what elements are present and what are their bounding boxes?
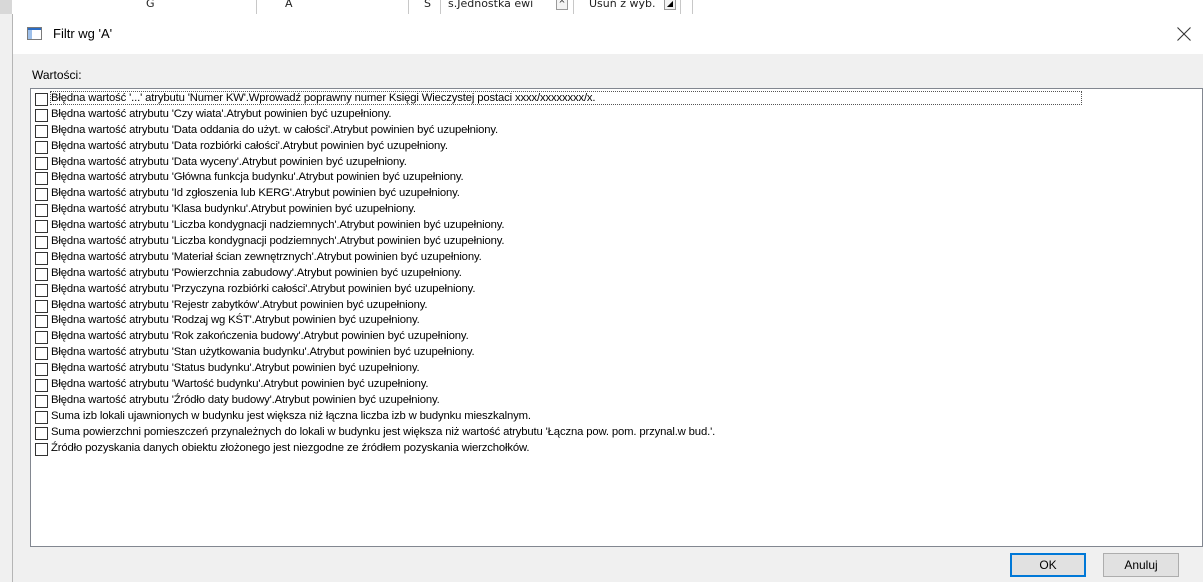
item-checkbox[interactable]	[35, 379, 48, 393]
item-checkbox[interactable]	[35, 347, 48, 361]
item-checkbox[interactable]	[35, 124, 48, 138]
item-checkbox[interactable]	[35, 236, 48, 250]
item-checkbox[interactable]	[35, 442, 48, 456]
bg-separator	[573, 0, 574, 14]
item-checkbox[interactable]	[35, 410, 48, 424]
cancel-button[interactable]: Anuluj	[1103, 553, 1179, 577]
item-checkbox[interactable]	[35, 394, 48, 408]
background-shade	[0, 0, 12, 14]
list-item[interactable]: Błędna wartość atrybutu 'Powierzchnia za…	[33, 266, 1200, 282]
item-label: Błędna wartość atrybutu 'Przyczyna rozbi…	[51, 282, 476, 295]
values-checklist[interactable]: Błędna wartość '...' atrybutu 'Numer KW'…	[30, 88, 1203, 547]
item-label: Błędna wartość atrybutu 'Liczba kondygna…	[51, 235, 505, 248]
list-item[interactable]: Błędna wartość '...' atrybutu 'Numer KW'…	[33, 91, 1200, 107]
item-label: Błędna wartość atrybutu 'Rejestr zabytkó…	[51, 298, 428, 311]
list-item[interactable]: Błędna wartość atrybutu 'Rejestr zabytkó…	[33, 298, 1200, 314]
item-label: Suma powierzchni pomieszczeń przynależny…	[51, 425, 716, 438]
item-checkbox[interactable]	[35, 140, 48, 154]
list-item[interactable]: Suma powierzchni pomieszczeń przynależny…	[33, 425, 1200, 441]
item-label: Błędna wartość atrybutu 'Czy wiata'.Atry…	[51, 107, 392, 120]
item-checkbox[interactable]	[35, 426, 48, 440]
item-checkbox[interactable]	[35, 188, 48, 202]
item-checkbox[interactable]	[35, 331, 48, 345]
list-item[interactable]: Błędna wartość atrybutu 'Status budynku'…	[33, 361, 1200, 377]
bg-column-jednostka: s.Jednostka ewi	[448, 0, 534, 10]
bg-separator	[692, 0, 693, 14]
list-item[interactable]: Błędna wartość atrybutu 'Materiał ścian …	[33, 250, 1200, 266]
list-item[interactable]: Błędna wartość atrybutu 'Czy wiata'.Atry…	[33, 107, 1200, 123]
item-label: Źródło pozyskania danych obiektu złożone…	[51, 441, 530, 454]
item-label: Błędna wartość atrybutu 'Stan użytkowani…	[51, 346, 475, 359]
list-item[interactable]: Błędna wartość atrybutu 'Rodzaj wg KŚT'.…	[33, 313, 1200, 329]
list-item[interactable]: Błędna wartość atrybutu 'Wartość budynku…	[33, 377, 1200, 393]
item-label: Błędna wartość atrybutu 'Główna funkcja …	[51, 171, 464, 184]
list-item[interactable]: Błędna wartość atrybutu 'Data rozbiórki …	[33, 139, 1200, 155]
list-item[interactable]: Błędna wartość atrybutu 'Rok zakończenia…	[33, 329, 1200, 345]
item-label: Błędna wartość atrybutu 'Wartość budynku…	[51, 378, 429, 391]
close-icon	[1177, 27, 1191, 41]
list-item[interactable]: Błędna wartość atrybutu 'Data oddania do…	[33, 123, 1200, 139]
dialog-titlebar[interactable]: Filtr wg 'A'	[13, 14, 1203, 54]
item-label: Błędna wartość atrybutu 'Data oddania do…	[51, 123, 498, 136]
item-label: Błędna wartość atrybutu 'Data rozbiórki …	[51, 139, 448, 152]
bg-separator	[408, 0, 409, 14]
item-checkbox[interactable]	[35, 315, 48, 329]
bg-separator	[256, 0, 257, 14]
item-label: Błędna wartość atrybutu 'Powierzchnia za…	[51, 266, 462, 279]
ok-button[interactable]: OK	[1010, 553, 1086, 577]
list-item[interactable]: Błędna wartość atrybutu 'Stan użytkowani…	[33, 345, 1200, 361]
bg-column-s: S	[424, 0, 431, 10]
close-button[interactable]	[1164, 14, 1203, 54]
item-label: Błędna wartość atrybutu 'Materiał ścian …	[51, 250, 482, 263]
item-label: Suma izb lokali ujawnionych w budynku je…	[51, 409, 531, 422]
list-item[interactable]: Błędna wartość atrybutu 'Przyczyna rozbi…	[33, 282, 1200, 298]
bg-separator	[680, 0, 681, 14]
item-label: Błędna wartość atrybutu 'Rodzaj wg KŚT'.…	[51, 314, 420, 327]
values-list: Błędna wartość '...' atrybutu 'Numer KW'…	[33, 91, 1200, 456]
item-checkbox[interactable]	[35, 172, 48, 186]
window-icon	[27, 27, 42, 40]
list-item[interactable]: Błędna wartość atrybutu 'Data wyceny'.At…	[33, 155, 1200, 171]
list-item[interactable]: Błędna wartość atrybutu 'Źródło daty bud…	[33, 393, 1200, 409]
item-checkbox[interactable]	[35, 93, 48, 106]
item-checkbox[interactable]	[35, 299, 48, 313]
list-item[interactable]: Błędna wartość atrybutu 'Liczba kondygna…	[33, 234, 1200, 250]
item-label: Błędna wartość '...' atrybutu 'Numer KW'…	[49, 91, 1083, 105]
values-label: Wartości:	[32, 68, 82, 82]
bg-separator	[440, 0, 441, 14]
background-app-header: G A S s.Jednostka ewi ^ Usuń z wyb. ◢	[0, 0, 1203, 14]
bg-dropdown-icon: ^	[556, 0, 568, 10]
list-item[interactable]: Błędna wartość atrybutu 'Liczba kondygna…	[33, 218, 1200, 234]
list-item[interactable]: Błędna wartość atrybutu 'Główna funkcja …	[33, 170, 1200, 186]
bg-column-usun: Usuń z wyb.	[589, 0, 656, 10]
item-label: Błędna wartość atrybutu 'Źródło daty bud…	[51, 393, 440, 406]
bg-sort-icon: ◢	[664, 0, 676, 10]
bg-column-a: A	[285, 0, 293, 10]
item-label: Błędna wartość atrybutu 'Data wyceny'.At…	[51, 155, 407, 168]
list-item[interactable]: Źródło pozyskania danych obiektu złożone…	[33, 441, 1200, 457]
item-checkbox[interactable]	[35, 251, 48, 265]
item-checkbox[interactable]	[35, 204, 48, 218]
list-item[interactable]: Błędna wartość atrybutu 'Klasa budynku'.…	[33, 202, 1200, 218]
item-checkbox[interactable]	[35, 283, 48, 297]
dialog-title: Filtr wg 'A'	[53, 26, 113, 41]
item-label: Błędna wartość atrybutu 'Status budynku'…	[51, 362, 420, 375]
item-checkbox[interactable]	[35, 108, 48, 122]
bg-column-g: G	[146, 0, 155, 10]
item-checkbox[interactable]	[35, 267, 48, 281]
item-checkbox[interactable]	[35, 363, 48, 377]
list-item[interactable]: Suma izb lokali ujawnionych w budynku je…	[33, 409, 1200, 425]
item-checkbox[interactable]	[35, 156, 48, 170]
list-item[interactable]: Błędna wartość atrybutu 'Id zgłoszenia l…	[33, 186, 1200, 202]
item-label: Błędna wartość atrybutu 'Liczba kondygna…	[51, 219, 505, 232]
filter-dialog: Filtr wg 'A' Wartości: Błędna wartość '.…	[12, 14, 1203, 582]
item-label: Błędna wartość atrybutu 'Rok zakończenia…	[51, 330, 469, 343]
item-label: Błędna wartość atrybutu 'Klasa budynku'.…	[51, 203, 416, 216]
item-checkbox[interactable]	[35, 220, 48, 234]
item-label: Błędna wartość atrybutu 'Id zgłoszenia l…	[51, 187, 460, 200]
